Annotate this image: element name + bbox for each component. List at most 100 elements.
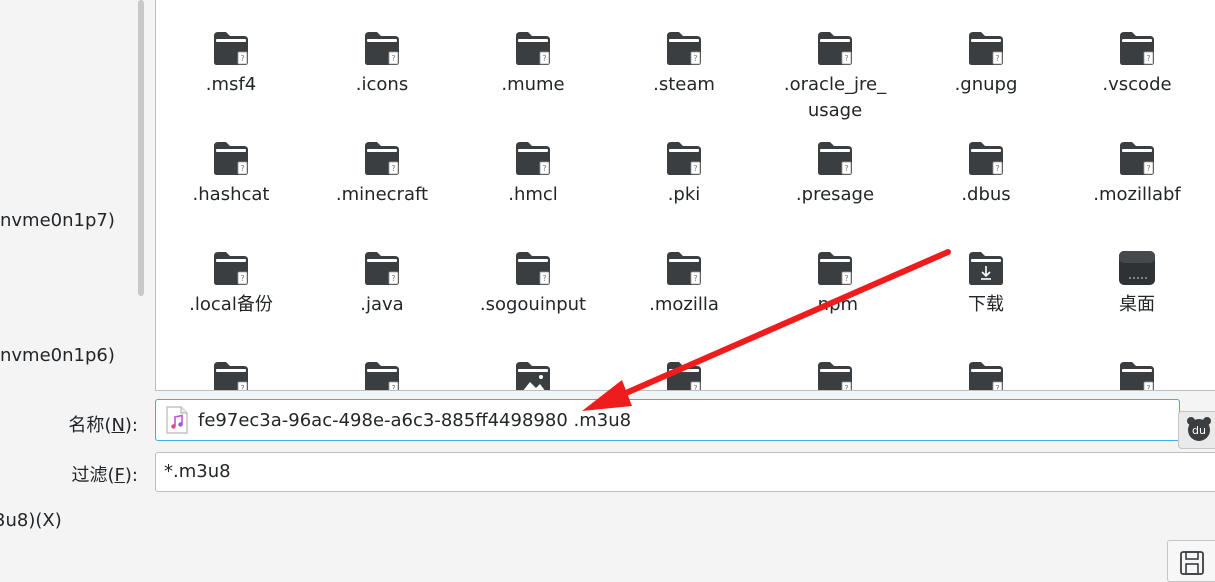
file-item-label: .pki — [667, 184, 701, 205]
hidden-folder-icon: ? — [665, 30, 703, 66]
file-item[interactable]: ? .npm — [765, 250, 905, 318]
svg-text:?: ? — [240, 384, 244, 391]
filename-value: fe97ec3a-96ac-498e-a6c3-885ff4498980 .m3… — [198, 410, 632, 431]
file-item-label: .java — [360, 294, 404, 315]
svg-text:?: ? — [391, 274, 395, 283]
file-item[interactable]: ? .presage — [765, 140, 905, 208]
file-item-label: .dbus — [961, 184, 1011, 205]
ime-label: du — [1192, 424, 1206, 437]
save-icon — [1180, 551, 1204, 575]
hidden-folder-icon: ? — [967, 140, 1005, 176]
file-item[interactable]: ? .steam — [614, 30, 754, 98]
svg-text:?: ? — [844, 384, 848, 391]
file-item-label: .npm — [811, 294, 859, 315]
filter-combo[interactable]: *.m3u8 — [155, 452, 1215, 492]
svg-text:?: ? — [240, 274, 244, 283]
file-item[interactable]: ? .mozillabf — [1067, 140, 1207, 208]
file-item[interactable]: ? .minecraft — [312, 140, 452, 208]
file-view: ? .msf4? .icons? .mume ? .steam? .oracle_jre_ … — [155, 0, 1215, 391]
file-item[interactable]: ? .dbus — [916, 140, 1056, 208]
file-item[interactable]: ? .oracle_jre_ usage — [765, 30, 905, 124]
file-item[interactable]: ? .icons — [312, 30, 452, 98]
svg-text:?: ? — [391, 384, 395, 391]
hidden-folder-icon: ? — [363, 140, 401, 176]
file-item[interactable]: ? .local备份 — [161, 250, 301, 318]
filename-input[interactable]: fe97ec3a-96ac-498e-a6c3-885ff4498980 .m3… — [155, 399, 1180, 441]
hidden-folder-icon: ? — [514, 30, 552, 66]
hidden-folder-icon: ? — [514, 250, 552, 286]
file-item[interactable]: ? .mume — [463, 30, 603, 98]
hidden-folder-icon: ? — [816, 250, 854, 286]
hidden-folder-icon: ? — [363, 250, 401, 286]
hidden-folder-icon: ? — [967, 30, 1005, 66]
file-item[interactable] — [463, 360, 603, 390]
hidden-folder-icon: ? — [212, 140, 250, 176]
file-item[interactable]: ? .pki — [614, 140, 754, 208]
file-item-label: 桌面 — [1119, 294, 1155, 315]
file-item[interactable]: ? .msf4 — [161, 30, 301, 98]
file-item[interactable]: 桌面 — [1067, 250, 1207, 318]
hidden-folder-icon: ? — [816, 140, 854, 176]
hidden-folder-icon: ? — [665, 360, 703, 391]
svg-text:?: ? — [995, 164, 999, 173]
svg-text:?: ? — [1146, 164, 1150, 173]
file-item[interactable]: ? .gnupg — [916, 30, 1056, 98]
file-item-label: .presage — [795, 184, 875, 205]
file-item[interactable]: ? .mozilla — [614, 250, 754, 318]
svg-text:?: ? — [693, 164, 697, 173]
file-item-label: .mume — [501, 74, 565, 95]
file-item-label: 下载 — [968, 294, 1004, 315]
file-item[interactable]: 下载 — [916, 250, 1056, 318]
hidden-folder-icon: ? — [1118, 360, 1156, 391]
file-item[interactable]: ? .hashcat — [161, 140, 301, 208]
hidden-folder-icon: ? — [665, 250, 703, 286]
svg-text:?: ? — [995, 384, 999, 391]
svg-text:?: ? — [240, 164, 244, 173]
file-item-label: .mozilla — [649, 294, 719, 315]
file-item[interactable]: ? — [312, 360, 452, 391]
hidden-folder-icon: ? — [665, 140, 703, 176]
file-item-label: .gnupg — [954, 74, 1018, 95]
svg-text:?: ? — [995, 54, 999, 63]
place-item-nvme0n1p7[interactable]: nvme0n1p7) — [0, 210, 115, 231]
svg-text:?: ? — [1146, 54, 1150, 63]
file-item-label: .hashcat — [192, 184, 270, 205]
hidden-folder-icon: ? — [212, 250, 250, 286]
file-item[interactable]: ? .java — [312, 250, 452, 318]
hidden-folder-icon: ? — [816, 30, 854, 66]
places-scrollbar[interactable] — [138, 0, 144, 296]
file-item[interactable]: ? .vscode — [1067, 30, 1207, 98]
file-item-label: .msf4 — [205, 74, 257, 95]
file-item[interactable]: ? — [1067, 360, 1207, 391]
svg-text:?: ? — [1146, 384, 1150, 391]
hidden-folder-icon: ? — [212, 30, 250, 66]
file-item-label: .mozillabf — [1093, 184, 1181, 205]
filter-label: 过滤(F): — [71, 465, 138, 486]
file-item[interactable]: ? — [614, 360, 754, 391]
file-item-label: .icons — [355, 74, 409, 95]
svg-text:?: ? — [844, 164, 848, 173]
pictures-folder-icon — [514, 360, 552, 390]
file-item[interactable]: ? .hmcl — [463, 140, 603, 208]
download-folder-icon — [967, 250, 1005, 286]
svg-text:?: ? — [391, 164, 395, 173]
place-item-nvme0n1p6[interactable]: nvme0n1p6) — [0, 345, 115, 366]
hidden-folder-icon: ? — [363, 360, 401, 391]
ime-indicator[interactable]: du — [1178, 411, 1215, 449]
file-item-label: .oracle_jre_ usage — [783, 74, 887, 121]
svg-text:?: ? — [844, 54, 848, 63]
hidden-folder-icon: ? — [363, 30, 401, 66]
filetype-checkbox-label[interactable]: 3u8)(X) — [0, 510, 62, 531]
svg-text:?: ? — [693, 54, 697, 63]
svg-text:?: ? — [240, 54, 244, 63]
file-item[interactable]: ? — [916, 360, 1056, 391]
file-item[interactable]: ? .sogouinput — [463, 250, 603, 318]
desktop-folder-icon — [1118, 250, 1156, 286]
hidden-folder-icon: ? — [212, 360, 250, 391]
file-item[interactable]: ? — [161, 360, 301, 391]
svg-text:?: ? — [542, 274, 546, 283]
svg-text:?: ? — [391, 54, 395, 63]
file-item-label: .local备份 — [189, 294, 273, 315]
svg-text:?: ? — [693, 384, 697, 391]
file-item[interactable]: ? — [765, 360, 905, 391]
